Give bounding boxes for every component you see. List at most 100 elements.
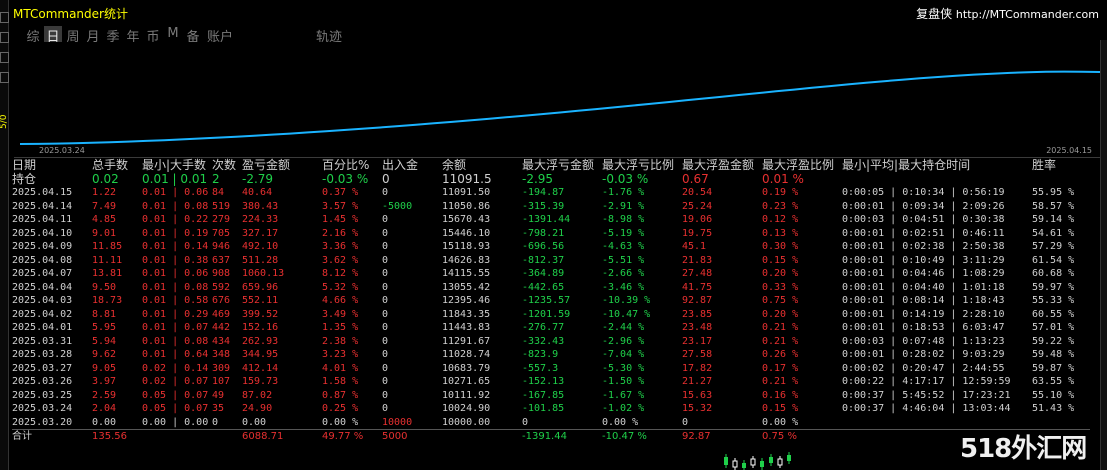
cell: 0.16 % (762, 389, 799, 401)
cell: 0.05 | 0.07 (142, 389, 209, 401)
cell: 0:00:01 | 0:04:46 | 1:08:29 (842, 268, 1005, 279)
cell: 92.87 (682, 429, 762, 444)
cell: 0 (522, 416, 529, 428)
cell: -10.47 % (602, 429, 682, 444)
cell: 676 (212, 295, 231, 306)
table-row[interactable]: 2025.04.14 7.49 0.01 | 0.08 519 380.43 3.57 %… (12, 200, 1090, 214)
cell: 87.02 (242, 389, 273, 401)
cell: 5.94 (92, 335, 117, 347)
cell: 0.01 | 0.58 (142, 295, 209, 306)
table-row[interactable]: 2025.03.24 2.04 0.05 | 0.07 35 24.90 0.25 % 0 1… (12, 402, 1090, 416)
cell: 0.02 | 0.14 (142, 362, 209, 374)
cell: 0 (382, 295, 389, 306)
table-row[interactable]: 2025.03.25 2.59 0.05 | 0.07 49 87.02 0.87 % 0 1… (12, 389, 1090, 403)
cell: 11028.74 (442, 349, 491, 360)
cell: 637 (212, 254, 231, 266)
cell: 21.27 (682, 376, 713, 387)
cell: 0:00:01 | 0:18:53 | 6:03:47 (842, 322, 1005, 333)
cell: -823.9 (522, 349, 559, 360)
toolbar-button[interactable] (0, 52, 9, 63)
cell: -2.79 (242, 171, 274, 186)
mini-candles (724, 452, 791, 470)
cell: 23.48 (682, 322, 713, 333)
cell: 49.77 % (322, 429, 382, 444)
cell: 2.38 % (322, 335, 359, 347)
cell: 11050.86 (442, 200, 491, 212)
cell: 17.82 (682, 362, 713, 374)
cell: 40.64 (242, 187, 273, 198)
table-row[interactable]: 2025.04.11 4.85 0.01 | 0.22 279 224.33 1.45 %… (12, 213, 1090, 227)
cell: 0.01 | 0.64 (142, 349, 209, 360)
cell: 0.00 % (762, 416, 799, 428)
cell: 60.68 % (1032, 268, 1075, 279)
table-row[interactable]: 2025.04.02 8.81 0.01 | 0.29 469 399.52 3.49 %… (12, 308, 1090, 322)
toolbar-button[interactable] (0, 32, 9, 43)
table-row[interactable]: 2025.04.08 11.11 0.01 | 0.38 637 511.28 3.62 … (12, 254, 1090, 268)
cell: 15.32 (682, 403, 713, 414)
table-row[interactable]: 2025.04.10 9.01 0.01 | 0.19 705 327.17 2.16 %… (12, 227, 1090, 241)
cell: -1391.44 (522, 429, 602, 444)
cell: 0.01 | 0.07 (142, 322, 209, 333)
cell: 946 (212, 241, 231, 252)
row-date: 2025.04.10 (12, 227, 73, 239)
cell: -557.3 (522, 362, 559, 374)
brand-url[interactable]: http://MTCommander.com (956, 8, 1099, 21)
cell: 908 (212, 268, 231, 279)
cell: 469 (212, 308, 231, 320)
cell: 59.14 % (1032, 214, 1075, 225)
cell: 0:00:03 | 0:07:48 | 1:13:23 (842, 335, 1005, 347)
cell: -1.02 % (602, 403, 645, 414)
row-date: 2025.03.26 (12, 376, 73, 387)
right-scrollbar[interactable] (1100, 40, 1107, 470)
cell: 3.49 % (322, 308, 359, 320)
table-row[interactable]: 2025.03.27 9.05 0.02 | 0.14 309 412.14 4.01 %… (12, 362, 1090, 376)
cell: 14115.55 (442, 268, 491, 279)
cell: -696.56 (522, 241, 565, 252)
header-cell: 百分比% (322, 158, 370, 172)
row-date: 2025.04.07 (12, 268, 73, 279)
table-row[interactable]: 2025.04.15 1.22 0.01 | 0.06 84 40.64 0.37 % 0 1… (12, 186, 1090, 200)
cell: -1391.44 (522, 214, 571, 225)
row-date: 2025.03.28 (12, 349, 73, 360)
cell: 0 (382, 335, 389, 347)
row-date: 2025.03.31 (12, 335, 73, 347)
table-row[interactable]: 2025.04.03 18.73 0.01 | 0.58 676 552.11 4.66 … (12, 294, 1090, 308)
header-cell: 最大浮亏金额 (522, 158, 595, 172)
table-row[interactable]: 2025.04.09 11.85 0.01 | 0.14 946 492.10 3.36 … (12, 240, 1090, 254)
candle (732, 460, 738, 468)
cell: -10.39 % (602, 295, 651, 306)
toolbar-button[interactable] (0, 72, 9, 83)
cell: 13.81 (92, 268, 123, 279)
table-row[interactable]: 2025.04.04 9.50 0.01 | 0.08 592 659.96 5.32 %… (12, 281, 1090, 295)
row-date: 2025.04.11 (12, 214, 73, 225)
table-row[interactable]: 2025.04.07 13.81 0.01 | 0.06 908 1060.13 8.12… (12, 267, 1090, 281)
cell: 0:00:01 | 0:10:49 | 3:11:29 (842, 254, 1005, 266)
cell: 511.28 (242, 254, 279, 266)
cell: 0.20 % (762, 308, 799, 320)
cell: 262.93 (242, 335, 279, 347)
table-row[interactable]: 2025.03.31 5.94 0.01 | 0.08 434 262.93 2.38 %… (12, 335, 1090, 349)
cell: -315.39 (522, 200, 565, 212)
total-label: 合计 (12, 429, 92, 444)
cell: -5.51 % (602, 254, 645, 266)
cell: 0 (382, 227, 389, 239)
cell: 24.90 (242, 403, 273, 414)
toolbar-button[interactable] (0, 12, 9, 23)
cell: -0.03 % (322, 171, 369, 186)
row-date: 2025.04.08 (12, 254, 73, 266)
table-row[interactable]: 2025.04.01 5.95 0.01 | 0.07 442 152.16 1.35 %… (12, 321, 1090, 335)
x-end-label: 2025.04.15 (1046, 146, 1092, 155)
cell: 15670.43 (442, 214, 491, 225)
cell: 11.85 (92, 241, 123, 252)
cell: -0.03 % (602, 171, 649, 186)
cell: 0 (382, 362, 389, 374)
row-date: 2025.04.14 (12, 200, 73, 212)
cell: 0.30 % (762, 241, 799, 252)
brand: 复盘侠 http://MTCommander.com (916, 5, 1099, 22)
cell: 55.95 % (1032, 187, 1075, 198)
open-position-row[interactable]: 持仓 0.02 0.01 | 0.01 2 -2.79 -0.03 % 0 11091.5 -2… (12, 171, 1090, 187)
table-row[interactable]: 2025.03.26 3.97 0.02 | 0.07 107 159.73 1.58 %… (12, 375, 1090, 389)
cell: 10683.79 (442, 362, 491, 374)
initial-deposit-row[interactable]: 2025.03.20 0.00 0.00 | 0.00 0 0.00 0.00 % 1000… (12, 416, 1090, 430)
table-row[interactable]: 2025.03.28 9.62 0.01 | 0.64 348 344.95 3.23 %… (12, 348, 1090, 362)
